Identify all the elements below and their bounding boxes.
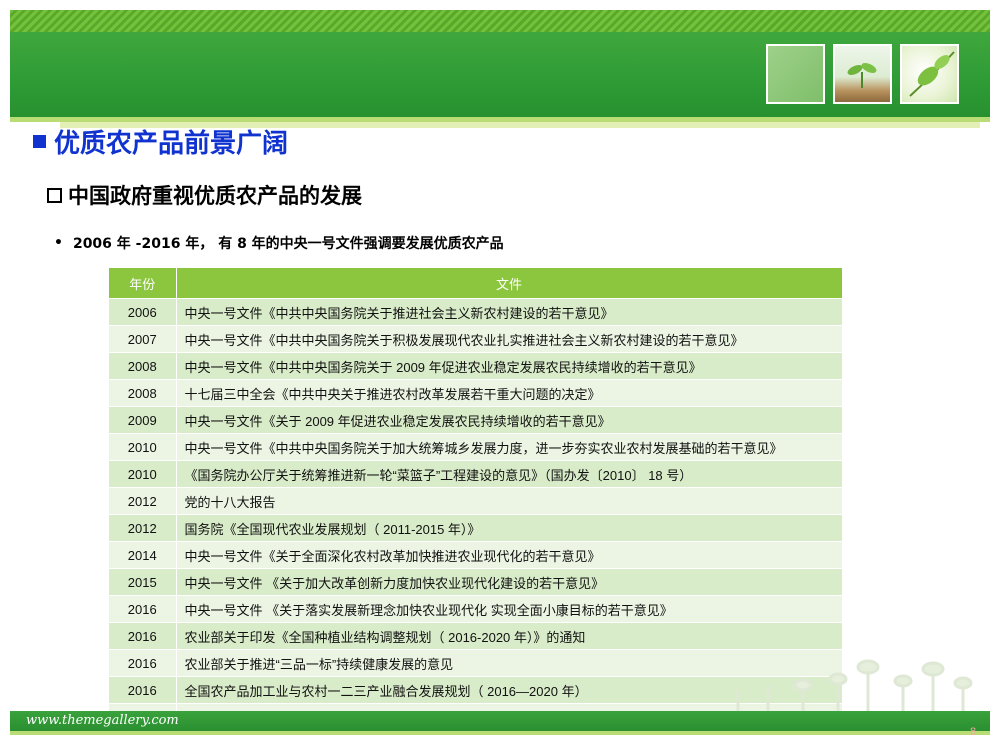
table-cell-year: 2014: [109, 541, 177, 569]
bullet-point: • 2006 年 -2016 年， 有 8 年的中央一号文件强调要发展优质农产品: [54, 232, 504, 254]
table-cell-document: 中央一号文件《关于 2009 年促进农业稳定发展农民持续增收的若干意见》: [176, 406, 843, 434]
header-thumbnail-leaf: [900, 44, 959, 104]
table-cell-document: 农业部关于印发《全国种植业结构调整规划（ 2016-2020 年）》的通知: [176, 622, 843, 650]
table-row: 2012 党的十八大报告: [109, 487, 843, 515]
table-cell-year: 2010: [109, 460, 177, 488]
table-cell-document: 中央一号文件《关于全面深化农村改革加快推进农业现代化的若干意见》: [176, 541, 843, 569]
table-row: 2014 中央一号文件《关于全面深化农村改革加快推进农业现代化的若干意见》: [109, 541, 843, 569]
section-subtitle-text: 中国政府重视优质农产品的发展: [68, 183, 362, 208]
table-cell-year: 2009: [109, 406, 177, 434]
table-cell-year: 2007: [109, 325, 177, 353]
table-row: 2008 中央一号文件《中共中央国务院关于 2009 年促进农业稳定发展农民持续增…: [109, 352, 843, 380]
table-cell-document: 中央一号文件《中共中央国务院关于推进社会主义新农村建设的若干意见》: [176, 298, 843, 326]
table-row: 2010 中央一号文件《中共中央国务院关于加大统筹城乡发展力度，进一步夯实农业农村…: [109, 433, 843, 461]
table-cell-document: 中央一号文件 《关于落实发展新理念加快农业现代化 实现全面小康目标的若干意见》: [176, 595, 843, 623]
header-thumbnail-seedling: [833, 44, 892, 104]
table-row: 2016 农业部关于印发《全国种植业结构调整规划（ 2016-2020 年）》的通…: [109, 622, 843, 650]
table-cell-year: 2008: [109, 379, 177, 407]
header-stripe: [10, 10, 990, 32]
table-header-year: 年份: [109, 268, 177, 299]
table-cell-year: 2010: [109, 433, 177, 461]
table-cell-document: 《国务院办公厅关于统筹推进新一轮“菜篮子”工程建设的意见》（国办发〔2010〕 …: [176, 460, 843, 488]
page-title-text: 优质农产品前景广阔: [54, 128, 289, 159]
table-header-row: 年份 文件: [109, 268, 843, 299]
footer-website: www.themegallery.com: [26, 713, 179, 728]
page-title: 优质农产品前景广阔: [33, 124, 289, 159]
footer-accent-line: [10, 731, 990, 735]
table-cell-document: 中央一号文件《中共中央国务院关于 2009 年促进农业稳定发展农民持续增收的若干…: [176, 352, 843, 380]
table-row: 2015 中央一号文件 《关于加大改革创新力度加快农业现代化建设的若干意见》: [109, 568, 843, 596]
table-row: 2007 中央一号文件《中共中央国务院关于积极发展现代农业扎实推进社会主义新农村建…: [109, 325, 843, 353]
table-row: 2010 《国务院办公厅关于统筹推进新一轮“菜篮子”工程建设的意见》（国办发〔20…: [109, 460, 843, 488]
table-row: 2008 十七届三中全会《中共中央关于推进农村改革发展若干重大问题的决定》: [109, 379, 843, 407]
sprout-decoration-icon: [736, 659, 973, 715]
table-cell-year: 2016: [109, 649, 177, 677]
table-cell-document: 中央一号文件 《关于加大改革创新力度加快农业现代化建设的若干意见》: [176, 568, 843, 596]
table-header-document: 文件: [176, 268, 843, 299]
title-bullet-square-icon: [33, 134, 46, 148]
table-cell-year: 2016: [109, 676, 177, 704]
page-number: 8: [970, 726, 977, 738]
bullet-text: 2006 年 -2016 年， 有 8 年的中央一号文件强调要发展优质农产品: [72, 236, 504, 252]
subtitle-checkbox-icon: [47, 187, 62, 203]
table-row: 2016 中央一号文件 《关于落实发展新理念加快农业现代化 实现全面小康目标的若干…: [109, 595, 843, 623]
table-cell-document: 党的十八大报告: [176, 487, 843, 515]
table-cell-document: 国务院《全国现代农业发展规划（ 2011-2015 年）》: [176, 514, 843, 542]
table-cell-document: 十七届三中全会《中共中央关于推进农村改革发展若干重大问题的决定》: [176, 379, 843, 407]
table-cell-year: 2012: [109, 487, 177, 515]
table-row: 2006 中央一号文件《中共中央国务院关于推进社会主义新农村建设的若干意见》: [109, 298, 843, 326]
table-row: 2012 国务院《全国现代农业发展规划（ 2011-2015 年）》: [109, 514, 843, 542]
header-thumbnail-green: [766, 44, 825, 104]
table-cell-document: 中央一号文件《中共中央国务院关于积极发展现代农业扎实推进社会主义新农村建设的若干…: [176, 325, 843, 353]
table-cell-year: 2015: [109, 568, 177, 596]
table-cell-year: 2016: [109, 595, 177, 623]
bullet-dot-icon: •: [54, 235, 63, 251]
table-row: 2009 中央一号文件《关于 2009 年促进农业稳定发展农民持续增收的若干意见》: [109, 406, 843, 434]
table-cell-year: 2016: [109, 622, 177, 650]
table-cell-year: 2012: [109, 514, 177, 542]
section-subtitle: 中国政府重视优质农产品的发展: [47, 180, 362, 210]
table-cell-document: 中央一号文件《中共中央国务院关于加大统筹城乡发展力度，进一步夯实农业农村发展基础…: [176, 433, 843, 461]
table-cell-year: 2006: [109, 298, 177, 326]
table-cell-year: 2008: [109, 352, 177, 380]
